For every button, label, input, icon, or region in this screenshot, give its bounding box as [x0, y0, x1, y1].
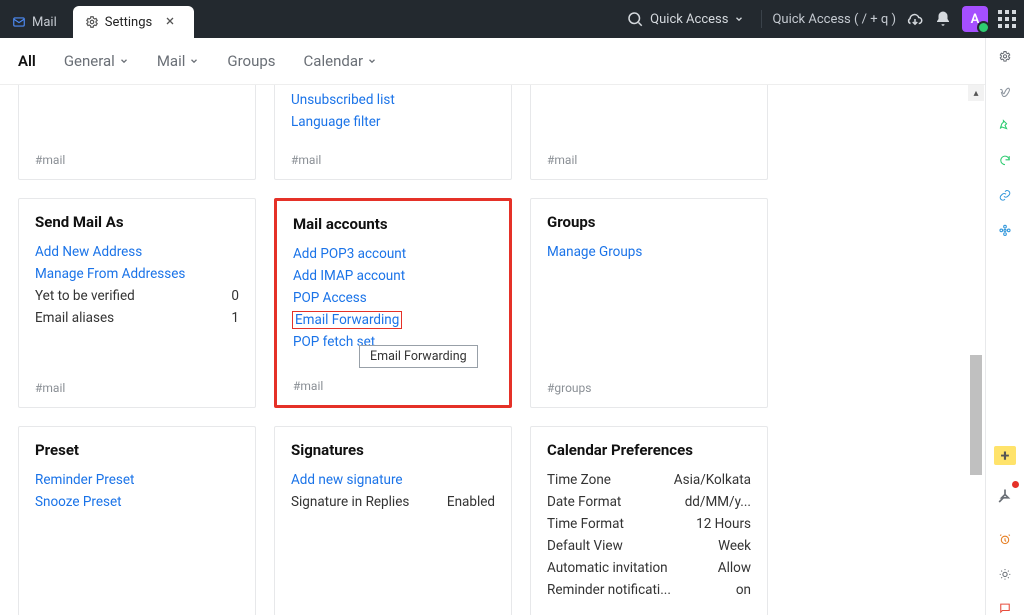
- link-add-pop3[interactable]: Add POP3 account: [293, 246, 493, 262]
- card-send-mail-as: Send Mail As Add New Address Manage From…: [18, 198, 256, 408]
- row-date-format: Date Formatdd/MM/y...: [547, 494, 751, 510]
- vimeo-icon[interactable]: [995, 85, 1015, 98]
- sun-icon[interactable]: [995, 568, 1015, 581]
- nav-general[interactable]: General: [64, 52, 129, 70]
- card-title: Mail accounts: [293, 215, 493, 233]
- link-unsubscribed[interactable]: Unsubscribed list: [291, 92, 495, 108]
- gear-icon[interactable]: [995, 50, 1015, 63]
- flower-icon[interactable]: [995, 224, 1015, 237]
- link-icon[interactable]: [995, 189, 1015, 202]
- card-signatures: Signatures Add new signature Signature i…: [274, 426, 512, 615]
- card-title: Calendar Preferences: [547, 441, 751, 459]
- tab-settings[interactable]: Settings: [73, 6, 194, 38]
- nav-label: All: [18, 52, 36, 70]
- card-mail-accounts: Mail accounts Add POP3 account Add IMAP …: [274, 198, 512, 408]
- cloud-download-icon[interactable]: [906, 10, 924, 28]
- chevron-down-icon: [189, 56, 199, 66]
- link-add-signature[interactable]: Add new signature: [291, 472, 495, 488]
- tab-label: Settings: [105, 15, 152, 30]
- chevron-down-icon: [367, 56, 377, 66]
- row-time-zone: Time ZoneAsia/Kolkata: [547, 472, 751, 488]
- card-title: Preset: [35, 441, 239, 459]
- titlebar-right: Quick Access Quick Access ( / + q ) A: [619, 0, 1016, 38]
- nav-mail[interactable]: Mail: [157, 52, 200, 70]
- link-snooze-preset[interactable]: Snooze Preset: [35, 494, 239, 510]
- search-icon: [626, 10, 644, 28]
- card-title: Signatures: [291, 441, 495, 459]
- link-pop-access[interactable]: POP Access: [293, 290, 493, 306]
- add-note-icon[interactable]: +: [994, 446, 1016, 465]
- tab-mail[interactable]: Mail: [0, 6, 73, 38]
- card-tag: #mail: [547, 141, 751, 167]
- refresh-icon[interactable]: [995, 154, 1015, 167]
- divider: [761, 10, 762, 28]
- quick-access-dropdown[interactable]: Quick Access: [619, 5, 751, 33]
- pin-icon[interactable]: [995, 119, 1015, 132]
- link-add-new-address[interactable]: Add New Address: [35, 244, 239, 260]
- nav-label: Groups: [227, 52, 275, 70]
- scroll-up-arrow[interactable]: ▴: [968, 85, 984, 101]
- card-calendar-preferences: Calendar Preferences Time ZoneAsia/Kolka…: [530, 426, 768, 615]
- bell-icon[interactable]: [934, 10, 952, 28]
- row-email-aliases: Email aliases1: [35, 310, 239, 326]
- close-icon[interactable]: [164, 15, 178, 29]
- nav-label: General: [64, 52, 115, 70]
- card-tag: #groups: [547, 369, 751, 395]
- chat-icon[interactable]: [995, 602, 1015, 615]
- link-email-forwarding[interactable]: Email Forwarding: [293, 312, 401, 328]
- nav-calendar[interactable]: Calendar: [304, 52, 378, 70]
- nav-all[interactable]: All: [18, 52, 36, 70]
- scroll-thumb[interactable]: [970, 355, 982, 475]
- chevron-down-icon: [734, 14, 744, 24]
- scrollbar[interactable]: ▴: [968, 85, 984, 615]
- link-manage-groups[interactable]: Manage Groups: [547, 244, 751, 260]
- workspace: #mail Unsubscribed list Language filter …: [0, 85, 985, 615]
- row-signature-replies: Signature in RepliesEnabled: [291, 494, 495, 510]
- card-title: Send Mail As: [35, 213, 239, 231]
- card-partial-right: #mail: [530, 85, 768, 180]
- titlebar: Mail Settings Quick Access Quick Access …: [0, 0, 1024, 38]
- row-time-format: Time Format12 Hours: [547, 516, 751, 532]
- link-language-filter[interactable]: Language filter: [291, 114, 495, 130]
- gear-icon: [85, 15, 99, 29]
- avatar-letter: A: [971, 12, 980, 27]
- card-tag: #mail: [291, 141, 495, 167]
- row-auto-invitation: Automatic invitationAllow: [547, 560, 751, 576]
- cards-area: #mail Unsubscribed list Language filter …: [0, 85, 985, 615]
- card-partial-left: #mail: [18, 85, 256, 180]
- link-add-imap[interactable]: Add IMAP account: [293, 268, 493, 284]
- card-groups: Groups Manage Groups #groups: [530, 198, 768, 408]
- tooltip-email-forwarding: Email Forwarding: [359, 345, 478, 368]
- alarm-icon[interactable]: [995, 533, 1015, 546]
- quick-access-hint: Quick Access ( / + q ): [772, 12, 896, 27]
- card-preset: Preset Reminder Preset Snooze Preset: [18, 426, 256, 615]
- right-rail: +: [985, 38, 1024, 615]
- card-tag: #mail: [293, 367, 493, 393]
- pin-red-icon[interactable]: [995, 487, 1015, 511]
- nav-label: Mail: [157, 52, 186, 70]
- link-manage-from-addresses[interactable]: Manage From Addresses: [35, 266, 239, 282]
- mail-icon: [12, 15, 26, 29]
- row-default-view: Default ViewWeek: [547, 538, 751, 554]
- nav-label: Calendar: [304, 52, 364, 70]
- quick-access-label: Quick Access: [650, 12, 728, 27]
- card-partial-middle: Unsubscribed list Language filter #mail: [274, 85, 512, 180]
- row-yet-to-verify: Yet to be verified0: [35, 288, 239, 304]
- link-reminder-preset[interactable]: Reminder Preset: [35, 472, 239, 488]
- category-nav: All General Mail Groups Calendar: [0, 38, 1024, 85]
- chevron-down-icon: [119, 56, 129, 66]
- card-tag: #mail: [35, 369, 239, 395]
- nav-groups[interactable]: Groups: [227, 52, 275, 70]
- avatar[interactable]: A: [962, 6, 988, 32]
- row-reminder-notif: Reminder notificati...on: [547, 582, 751, 598]
- apps-grid-icon[interactable]: [998, 10, 1016, 28]
- card-tag: #mail: [35, 141, 239, 167]
- tab-label: Mail: [32, 15, 57, 30]
- card-title: Groups: [547, 213, 751, 231]
